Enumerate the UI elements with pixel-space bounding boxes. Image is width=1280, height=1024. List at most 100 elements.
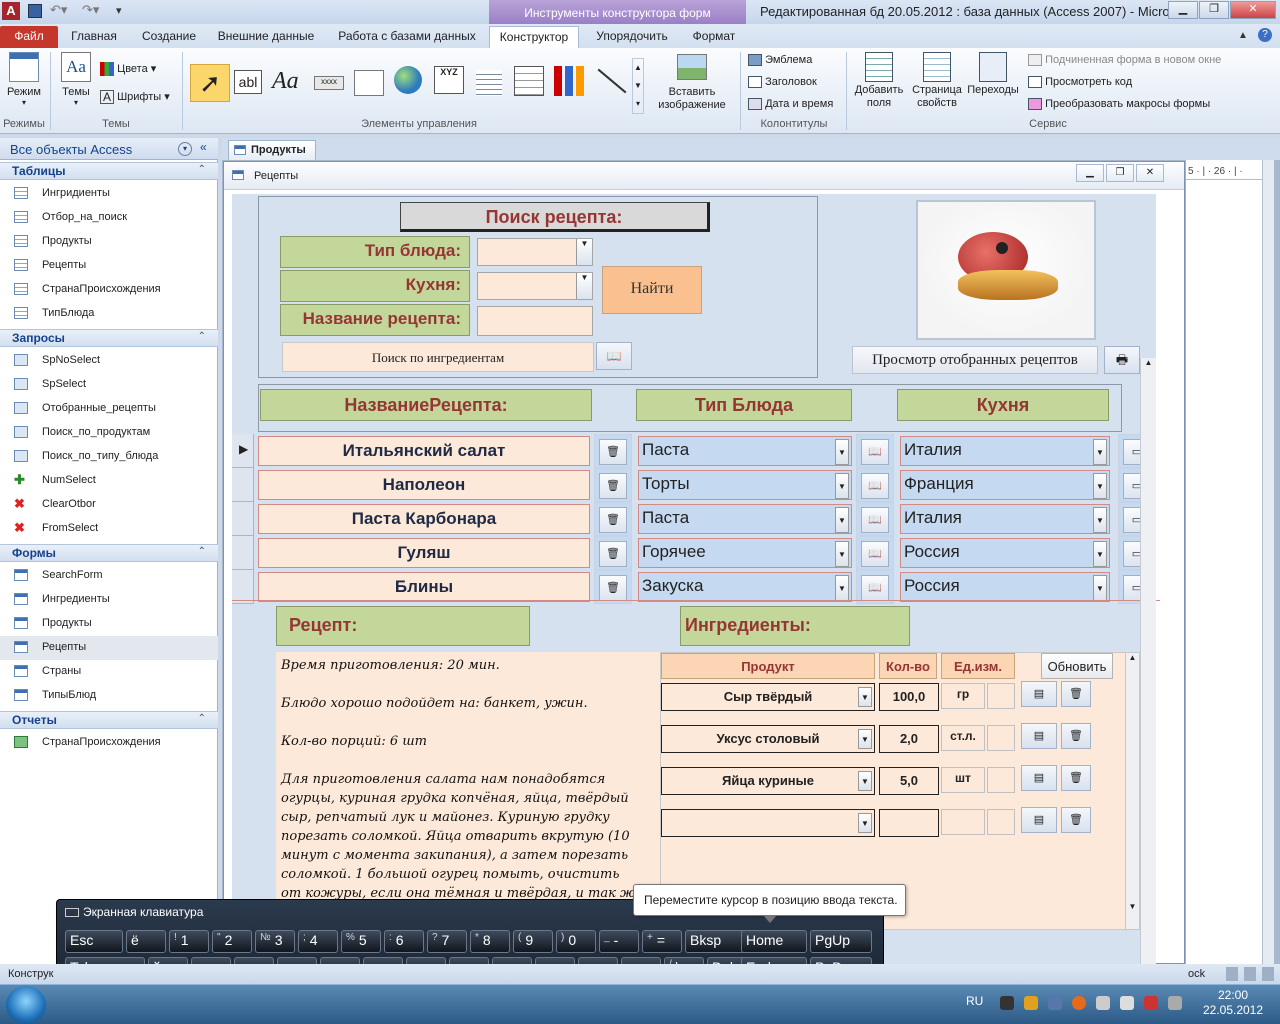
nav-section-0[interactable]: Таблицы ⌃: [0, 162, 218, 180]
nav-item[interactable]: ТипыБлюд: [0, 684, 218, 708]
convert-macros-button[interactable]: Преобразовать макросы формы: [1028, 98, 1210, 111]
open-product-button[interactable]: ▤: [1021, 807, 1057, 833]
nav-item[interactable]: Отобранные_рецепты: [0, 397, 218, 421]
nav-item[interactable]: СтранаПроисхождения: [0, 731, 218, 755]
ingredient-extra-cell[interactable]: [987, 809, 1015, 835]
nav-item[interactable]: SearchForm: [0, 564, 218, 588]
cuisine-cell[interactable]: Италия ▼: [900, 504, 1110, 534]
delete-recipe-button[interactable]: 🗑: [594, 570, 632, 604]
chevron-down-icon[interactable]: ▼: [858, 771, 872, 791]
recipe-name-input[interactable]: [477, 306, 593, 336]
fonts-button[interactable]: A Шрифты ▾: [100, 90, 170, 105]
chevron-down-icon[interactable]: ▼: [835, 507, 849, 533]
recipe-name-cell[interactable]: Итальянский салат: [258, 436, 590, 466]
ingredient-product-combo[interactable]: Уксус столовый ▼: [661, 725, 875, 753]
dish-type-cell[interactable]: Закуска ▼: [638, 572, 852, 602]
header-button[interactable]: Заголовок: [748, 76, 817, 89]
printer-icon[interactable]: 🖶: [1104, 346, 1140, 374]
delete-recipe-button[interactable]: 🗑: [594, 434, 632, 468]
chevron-down-icon[interactable]: ▼: [1093, 541, 1107, 567]
clock[interactable]: 22:00 22.05.2012: [1190, 988, 1276, 1018]
edit-dish-type-button[interactable]: 📖: [856, 468, 894, 502]
nav-item[interactable]: Рецепты: [0, 636, 218, 660]
delete-ingredient-button[interactable]: 🗑: [1061, 723, 1091, 749]
chevron-down-icon[interactable]: ▼: [835, 575, 849, 601]
save-icon[interactable]: [28, 4, 42, 18]
key-0-10[interactable]: (9: [513, 930, 553, 953]
nav-section-1[interactable]: Запросы ⌃: [0, 329, 218, 347]
close-button[interactable]: ✕: [1230, 1, 1276, 19]
tray-icon[interactable]: [1144, 996, 1158, 1010]
record-selector[interactable]: ▶: [232, 434, 254, 468]
key-0-8[interactable]: ? 7: [427, 930, 467, 953]
key-0-7[interactable]: :6: [384, 930, 424, 953]
gallery-scroll[interactable]: ▲ ▼ ▾: [632, 58, 644, 114]
redo-icon[interactable]: ↷▾: [82, 2, 99, 18]
tab-external-data[interactable]: Внешние данные: [214, 26, 318, 48]
maximize-button[interactable]: ❐: [1199, 1, 1229, 19]
view-switcher-icon[interactable]: [1226, 967, 1276, 981]
mode-button[interactable]: Режим ▾: [4, 52, 44, 107]
chart-tool-icon[interactable]: [554, 66, 584, 96]
key-0-9[interactable]: * 8: [470, 930, 510, 953]
view-selected-recipes-button[interactable]: Просмотр отобранных рецептов: [852, 346, 1098, 374]
ingredient-qty-input[interactable]: 5,0: [879, 767, 939, 795]
record-selector[interactable]: [232, 502, 254, 536]
tab-file[interactable]: Файл: [0, 26, 58, 48]
delete-recipe-button[interactable]: 🗑: [594, 502, 632, 536]
collapse-icon[interactable]: ⌃: [198, 713, 206, 724]
line-tool-icon[interactable]: [597, 68, 627, 94]
ingredient-extra-cell[interactable]: [987, 767, 1015, 793]
open-product-button[interactable]: ▤: [1021, 723, 1057, 749]
nav-item[interactable]: Страны: [0, 660, 218, 684]
tab-control-tool-icon[interactable]: [354, 70, 384, 96]
chevron-down-icon[interactable]: ▼: [858, 729, 872, 749]
tab-create[interactable]: Создание: [136, 26, 202, 48]
datetime-button[interactable]: Дата и время: [748, 98, 833, 111]
form-close-button[interactable]: ✕: [1136, 164, 1164, 182]
nav-pane-header[interactable]: Все объекты Access ▾ «: [0, 138, 218, 160]
ingredient-search-button[interactable]: Поиск по ингредиентам: [282, 342, 594, 372]
form-restore-button[interactable]: ❐: [1106, 164, 1134, 182]
view-code-button[interactable]: Просмотреть код: [1028, 76, 1132, 89]
cuisine-cell[interactable]: Россия ▼: [900, 572, 1110, 602]
dish-type-cell[interactable]: Паста ▼: [638, 504, 852, 534]
nav-menu-icon[interactable]: ▾: [178, 142, 192, 156]
nav-item[interactable]: Ингредиенты: [0, 588, 218, 612]
undo-icon[interactable]: ↶▾: [50, 2, 67, 18]
ingredients-scrollbar[interactable]: ▲ ▼: [1125, 653, 1139, 929]
record-selector[interactable]: [232, 536, 254, 570]
ingredient-extra-cell[interactable]: [987, 725, 1015, 751]
recipe-name-cell[interactable]: Наполеон: [258, 470, 590, 500]
chevron-down-icon[interactable]: ▼: [858, 687, 872, 707]
hyperlink-tool-icon[interactable]: [394, 66, 422, 94]
book-icon[interactable]: 📖: [596, 342, 632, 370]
record-selector[interactable]: [232, 468, 254, 502]
tab-format[interactable]: Формат: [686, 26, 742, 48]
option-group-tool-icon[interactable]: XYZ: [434, 66, 464, 94]
nav-item[interactable]: SpSelect: [0, 373, 218, 397]
open-product-button[interactable]: ▤: [1021, 681, 1057, 707]
key-0-0[interactable]: Esc: [65, 930, 123, 953]
find-button[interactable]: Найти: [602, 266, 702, 314]
key-0-5[interactable]: ; 4: [298, 930, 338, 953]
page-break-tool-icon[interactable]: [476, 70, 502, 96]
subform-new-window-button[interactable]: Подчиненная форма в новом окне: [1028, 54, 1221, 67]
edit-dish-type-button[interactable]: 📖: [856, 502, 894, 536]
chevron-down-icon[interactable]: ▼: [835, 473, 849, 499]
tab-arrange[interactable]: Упорядочить: [588, 26, 676, 48]
key-0-15[interactable]: Home: [741, 930, 807, 953]
dish-type-cell[interactable]: Торты ▼: [638, 470, 852, 500]
nav-item[interactable]: SpNoSelect: [0, 349, 218, 373]
key-0-4[interactable]: № 3: [255, 930, 295, 953]
minimize-button[interactable]: ▁: [1168, 1, 1198, 19]
key-0-6[interactable]: % 5: [341, 930, 381, 953]
dish-type-cell[interactable]: Горячее ▼: [638, 538, 852, 568]
delete-ingredient-button[interactable]: 🗑: [1061, 681, 1091, 707]
start-button[interactable]: [6, 986, 46, 1024]
chevron-down-icon[interactable]: ▼: [858, 813, 872, 833]
edit-dish-type-button[interactable]: 📖: [856, 536, 894, 570]
cuisine-combo[interactable]: ▼: [477, 272, 593, 300]
background-scrollbar[interactable]: [1262, 160, 1274, 964]
refresh-button[interactable]: Обновить: [1041, 653, 1113, 679]
